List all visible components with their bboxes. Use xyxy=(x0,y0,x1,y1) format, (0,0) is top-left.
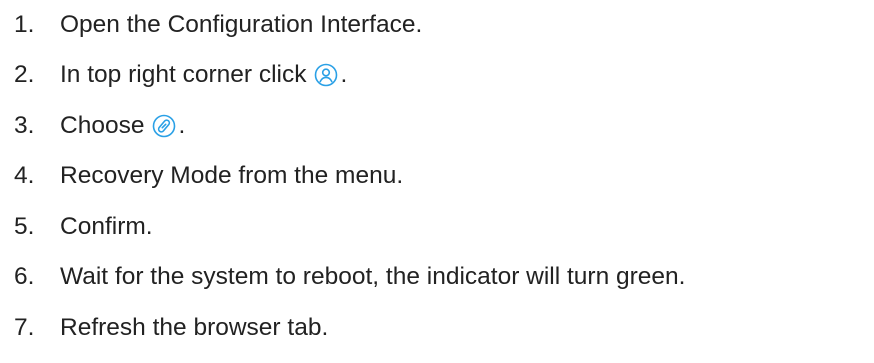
user-circle-icon xyxy=(314,63,338,87)
instruction-steps-list: 1. Open the Configuration Interface. 2. … xyxy=(14,0,685,352)
step-text: Refresh the browser tab. xyxy=(60,313,329,341)
step-text-before: In top right corner click xyxy=(60,61,307,88)
step-text: Choose . xyxy=(60,111,186,139)
step-number: 5. xyxy=(14,212,35,240)
step-number: 2. xyxy=(14,61,35,88)
step-text: Confirm. xyxy=(60,212,153,240)
step-text: Recovery Mode from the menu. xyxy=(60,162,404,189)
step-text-after: . xyxy=(340,61,348,88)
step-number: 7. xyxy=(14,313,35,341)
step-number: 1. xyxy=(14,11,35,39)
step-text-before: Choose xyxy=(60,111,145,139)
step-5: 5. Confirm. xyxy=(14,201,685,252)
step-4: 4. Recovery Mode from the menu. xyxy=(14,150,685,201)
step-text-after: . xyxy=(178,111,186,139)
link-circle-icon xyxy=(152,114,176,138)
step-6: 6. Wait for the system to reboot, the in… xyxy=(14,251,685,302)
step-text: In top right corner click . xyxy=(60,61,348,88)
step-text: Open the Configuration Interface. xyxy=(60,11,423,39)
step-1: 1. Open the Configuration Interface. xyxy=(14,0,685,49)
step-text: Wait for the system to reboot, the indic… xyxy=(60,263,686,290)
step-number: 4. xyxy=(14,162,35,189)
step-3: 3. Choose . xyxy=(14,100,685,151)
step-number: 6. xyxy=(14,263,35,290)
step-number: 3. xyxy=(14,111,35,139)
step-2: 2. In top right corner click . xyxy=(14,49,685,100)
step-7: 7. Refresh the browser tab. xyxy=(14,302,685,353)
